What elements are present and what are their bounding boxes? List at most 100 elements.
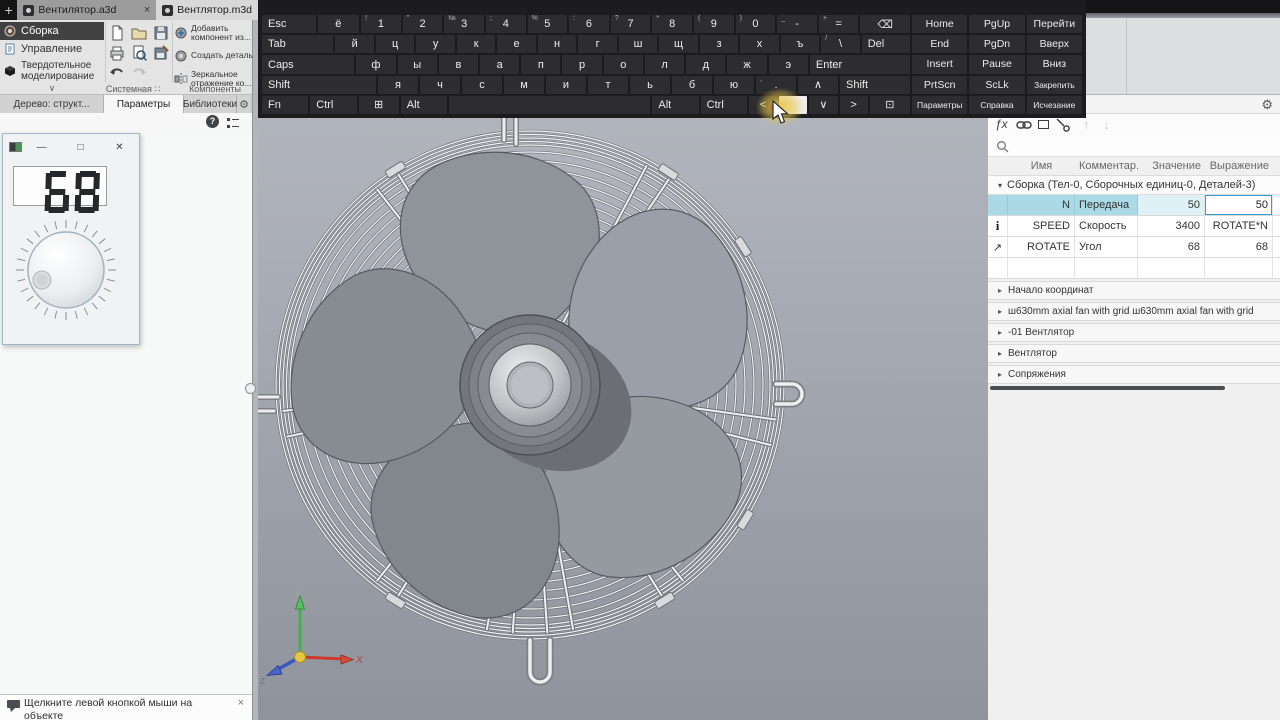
key-Справка[interactable]: Справка [969, 95, 1025, 114]
create-part-button[interactable]: Создать деталь [174, 45, 256, 66]
key--[interactable]: _ - [777, 15, 817, 34]
key-3[interactable]: № 3 [444, 15, 484, 34]
variable-value[interactable] [1138, 258, 1205, 278]
save-as-icon[interactable] [152, 44, 170, 62]
variable-expression[interactable] [1205, 258, 1273, 278]
row-icon-cell[interactable] [988, 195, 1008, 215]
key-Tab[interactable]: Tab [262, 35, 334, 54]
knob-face[interactable] [27, 231, 105, 309]
key-End[interactable]: End [912, 35, 968, 54]
key-0[interactable]: ) 0 [735, 15, 776, 34]
key-б[interactable]: б [672, 75, 712, 94]
key-д[interactable]: д [686, 55, 726, 74]
variable-name[interactable]: N [1008, 195, 1075, 215]
key-г[interactable]: г [578, 35, 617, 54]
panel-gear-icon[interactable]: ⚙ [237, 95, 251, 113]
tab-part-document[interactable]: Вентлятор.m3d [156, 0, 258, 20]
mode-assembly[interactable]: Сборка [0, 22, 104, 40]
new-document-icon[interactable] [108, 24, 126, 42]
key-к[interactable]: к [456, 35, 496, 54]
variable-comment[interactable] [1075, 258, 1138, 278]
key-ш[interactable]: ш [618, 35, 658, 54]
key-з[interactable]: з [699, 35, 739, 54]
close-tab-icon[interactable]: × [140, 4, 150, 16]
key-о[interactable]: о [603, 55, 643, 74]
key-л[interactable]: л [644, 55, 685, 74]
key-ъ[interactable]: ъ [780, 35, 820, 54]
key-ф[interactable]: ф [356, 55, 396, 74]
variable-comment[interactable]: Угол [1075, 237, 1138, 257]
tab-assembly-document[interactable]: Вентилятор.a3d × [17, 0, 157, 20]
rotation-knob[interactable] [3, 214, 141, 344]
tri-right-icon[interactable]: ▸ [998, 307, 1002, 316]
key-х[interactable]: х [740, 35, 779, 54]
key-Ctrl[interactable]: Ctrl [700, 95, 747, 115]
key-ц[interactable]: ц [375, 35, 415, 54]
key-ё[interactable]: ё [317, 15, 360, 34]
close-message-icon[interactable]: × [238, 697, 244, 709]
key-ч[interactable]: ч [420, 75, 460, 94]
variable-row[interactable]: N Передача 50 50 [988, 195, 1280, 216]
key-е[interactable]: е [497, 35, 536, 54]
help-icon[interactable]: ? [206, 115, 219, 128]
key-Esc[interactable]: Esc [262, 15, 316, 34]
key-9[interactable]: (9 [694, 15, 734, 34]
key-arrow-down[interactable]: ∨ [809, 95, 838, 115]
tri-right-icon[interactable]: ▸ [998, 370, 1002, 379]
key-Перейти[interactable]: Перейти [1026, 15, 1082, 34]
key-Alt[interactable]: Alt [652, 95, 699, 115]
new-tab-button[interactable]: + [0, 0, 17, 20]
mode-solid-modeling[interactable]: Твердотельное моделирование [0, 58, 104, 84]
key-1[interactable]: ! 1 [361, 15, 401, 34]
key-arrow-right[interactable]: > [839, 95, 868, 115]
key-ю[interactable]: ю [714, 75, 754, 94]
redo-icon[interactable] [130, 64, 148, 82]
column-expression[interactable]: Выражение [1205, 160, 1273, 172]
key-щ[interactable]: щ [659, 35, 698, 54]
key-4[interactable]: ; 4 [485, 15, 526, 34]
fx-icon[interactable]: ƒx [995, 117, 1008, 131]
assembly-group-row[interactable]: ▾ Сборка (Тел-0, Сборочных единиц-0, Дет… [988, 176, 1280, 195]
key-Enter[interactable]: Enter [809, 55, 911, 74]
expression-edit-box[interactable]: 50 [1205, 195, 1272, 215]
open-folder-icon[interactable] [130, 24, 148, 42]
tree-item[interactable]: ▸ Вентлятор [988, 344, 1280, 363]
key-я[interactable]: я [378, 75, 418, 94]
tab-libraries[interactable]: Библиотеки [183, 95, 237, 113]
variable-name[interactable]: ROTATE [1008, 237, 1075, 257]
key-н[interactable]: н [537, 35, 577, 54]
key-Вверх[interactable]: Вверх [1026, 35, 1082, 54]
key-и[interactable]: и [546, 75, 586, 94]
tri-down-icon[interactable]: ▾ [998, 181, 1002, 190]
ribbon-collapse-chevron[interactable]: ∨ [0, 83, 104, 94]
key-Caps[interactable]: Caps [262, 55, 355, 74]
key-\[interactable]: / \ [821, 35, 860, 54]
key-Исчезание[interactable]: Исчезание [1026, 95, 1082, 114]
column-value[interactable]: Значение [1138, 160, 1205, 172]
key-=[interactable]: + = [818, 15, 859, 34]
tree-item[interactable]: ▸ -01 Вентлятор [988, 323, 1280, 342]
tri-right-icon[interactable]: ▸ [998, 328, 1002, 337]
variable-value[interactable]: 50 [1138, 195, 1205, 215]
key-с[interactable]: с [462, 75, 502, 94]
key-Вниз[interactable]: Вниз [1026, 55, 1082, 74]
variable-row[interactable]: ↗ ROTATE Угол 68 68 [988, 237, 1280, 258]
key-arrow-up[interactable]: ∧ [798, 75, 838, 94]
add-component-button[interactable]: Добавить компонент из... [174, 22, 256, 43]
key-Insert[interactable]: Insert [912, 55, 968, 74]
variables-search[interactable] [988, 136, 1280, 157]
variable-expression[interactable]: ROTATE*N [1205, 216, 1273, 236]
key-win[interactable]: ⊞ [358, 95, 399, 115]
mode-management[interactable]: Управление [0, 40, 104, 58]
rectangle-icon[interactable] [1038, 120, 1049, 129]
key-Параметры[interactable]: Параметры [912, 95, 968, 114]
rotation-dial-window[interactable]: — □ ✕ [2, 133, 140, 345]
key-Shift[interactable]: Shift [262, 75, 376, 94]
tree-item[interactable]: ▸ Начало координат [988, 281, 1280, 300]
variable-expression[interactable]: 68 [1205, 237, 1273, 257]
key-8[interactable]: * 8 [652, 15, 692, 34]
key-2[interactable]: " 2 [402, 15, 443, 34]
key-п[interactable]: п [521, 55, 561, 74]
move-up-icon[interactable]: ↑ [1083, 117, 1090, 132]
gear-icon[interactable]: ⚙ [1261, 97, 1273, 113]
